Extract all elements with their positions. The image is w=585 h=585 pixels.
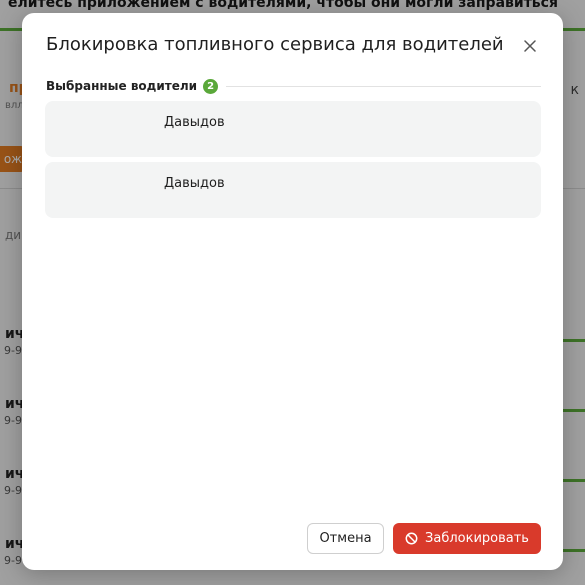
driver-name: Давыдов <box>164 176 225 191</box>
section-label: Выбранные водители <box>46 79 198 93</box>
block-button-label: Заблокировать <box>425 531 529 546</box>
close-button[interactable] <box>519 35 541 57</box>
selected-drivers-header: Выбранные водители 2 <box>46 78 541 94</box>
dialog-title: Блокировка топливного сервиса для водите… <box>46 34 504 55</box>
selected-count-badge: 2 <box>203 78 219 94</box>
block-button[interactable]: Заблокировать <box>393 523 541 554</box>
ban-icon <box>405 532 418 545</box>
driver-name: Давыдов <box>164 115 225 130</box>
close-icon <box>524 36 536 56</box>
block-fuel-service-dialog: Блокировка топливного сервиса для водите… <box>22 13 563 570</box>
driver-card: Давыдов <box>45 101 541 157</box>
driver-card: Давыдов <box>45 162 541 218</box>
cancel-button[interactable]: Отмена <box>307 523 384 554</box>
section-divider <box>226 85 541 87</box>
selected-drivers-list: Давыдов Давыдов <box>45 101 541 223</box>
